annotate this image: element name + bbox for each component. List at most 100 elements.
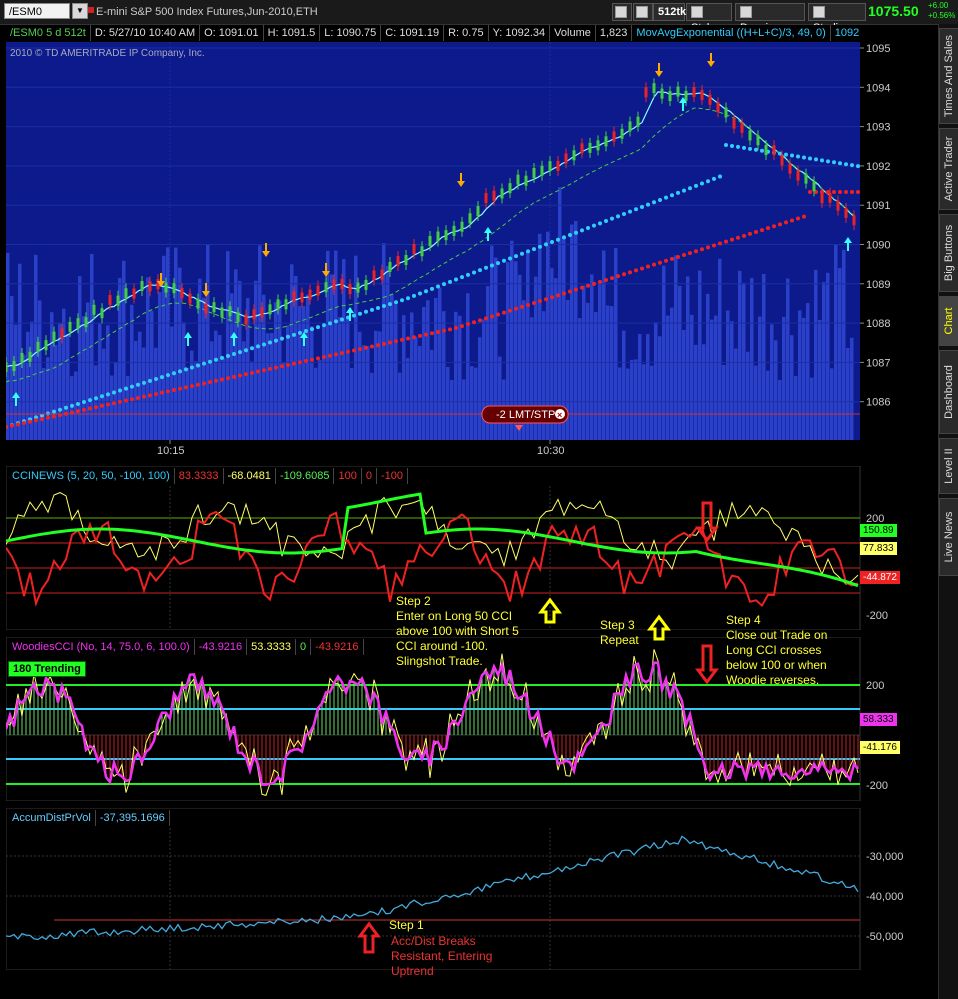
time-label: 10:15 [157,445,185,457]
price-axis: 1095 1094 1093 1092 1091 1090 1089 1088 1087 1086 [860,43,890,409]
candle-body [292,291,296,302]
accum-study-label[interactable]: AccumDistPrVol [8,810,96,826]
ema-red-dot [670,256,674,261]
style-button[interactable]: Style [686,3,732,34]
volume-bar [42,368,46,440]
volume-bar [258,245,262,440]
ema-red-dot [472,320,476,325]
ema-red-dot [580,285,584,290]
ema-slow-dot [586,226,590,231]
ema-red-dot [616,274,620,279]
tab-label: Dashboard [943,365,955,419]
ema-red-dot [100,403,104,408]
ema-red-dot [22,421,26,426]
volume-bar [754,365,758,440]
ema-red-dot [388,340,392,345]
volume-bar [742,282,746,440]
symbol-dropdown-button[interactable]: ▼ [72,3,88,19]
crosshair-tool-button[interactable] [612,3,632,21]
open-readout: O: 1091.01 [200,25,264,41]
ema-slow-dot [310,327,314,332]
price-chart[interactable]: -2 LMT/STP × 2010 © TD AMERITRADE IP Com… [6,42,938,460]
ema-slow-dot [382,304,386,309]
volume-bar [110,375,114,440]
tab-dashboard[interactable]: Dashboard [939,350,958,434]
candle-body [836,200,840,211]
ema-red-dot [556,293,560,298]
candle-body [812,181,816,192]
volume-bar [242,341,246,440]
ema-slow-dot [244,348,248,353]
tab-active-trader[interactable]: Active Trader [939,128,958,210]
ema-red-dot [772,224,776,229]
candle-body [60,328,64,339]
volume-bar [50,312,54,440]
ema-red-dot [88,406,92,411]
volume-bar [74,371,78,440]
ema-red-dot [406,336,410,341]
candle-body [548,161,552,172]
accum-axis: -30,000 -40,000 -50,000 [866,851,903,943]
ema-red-dot [448,327,452,332]
tab-live-news[interactable]: Live News [939,498,958,576]
tab-big-buttons[interactable]: Big Buttons [939,214,958,292]
ema-red-dot [658,260,662,265]
candle-body [244,314,248,325]
ema-slow-dot [304,329,308,333]
ema-slow-dot [496,261,500,266]
tab-times-and-sales[interactable]: Times And Sales [939,28,958,124]
volume-bar [778,379,782,440]
volume-bar [286,325,290,440]
candle-body [628,121,632,132]
cci-study-label[interactable]: CCINEWS (5, 20, 50, -100, 100) [8,468,175,484]
cci-value: -68.0481 [224,468,276,484]
ema-slow-dot [166,373,170,378]
volume-bar [298,306,302,440]
volume-bar [26,331,30,440]
ema-slow-dot [196,363,200,368]
tab-chart[interactable]: Chart [939,296,958,346]
ema-red-dot [244,372,248,377]
volume-bar [794,375,798,440]
price-label: 1091 [866,200,890,212]
tab-label: Level II [943,448,955,484]
volume-bar [750,278,754,440]
candle-body [508,183,512,194]
ema-red-dot [316,356,320,361]
ema-red-dot [28,419,32,424]
tab-level-ii[interactable]: Level II [939,438,958,494]
volume-bar [318,360,322,440]
woodies-study-label[interactable]: WoodiesCCI (No, 14, 75.0, 6, 100.0) [8,639,195,655]
volume-bar [214,330,218,440]
ema-red-dot [562,291,566,296]
volume-bar [738,270,742,440]
symbol-input[interactable]: /ESM0 [4,3,70,19]
volume-bar [730,321,734,440]
accum-info-bar: AccumDistPrVol -37,395.1696 [8,810,170,826]
volume-bar [362,345,366,440]
accum-value: -37,395.1696 [96,810,170,826]
aggregation-button[interactable]: 512tk [653,3,686,21]
ema-red-dot [382,341,386,346]
candle-body [796,170,800,181]
ema-study-label[interactable]: MovAvgExponential ((H+L+C)/3, 49, 0) [632,25,831,41]
ema-slow-dot [706,179,710,184]
candle-body [36,341,40,352]
studies-button[interactable]: Studies [808,3,866,34]
ema-slow-dot [442,282,446,287]
volume-bar [722,365,726,440]
ema-slow-dot [124,386,128,391]
tab-label: Big Buttons [943,224,955,282]
ema-red-dot [526,302,530,307]
ema-slow-dot [364,309,368,314]
ema-red-dot [856,190,860,194]
candle-body [188,293,192,304]
volume-bar [634,359,638,440]
ema-slow-dot [70,403,74,408]
ema-red-dot [370,344,374,349]
ema-slow-dot [712,176,716,181]
zoom-tool-button[interactable] [633,3,653,21]
drawings-button[interactable]: Drawings [735,3,805,34]
ema-red-dot [598,279,602,284]
volume-bar [82,316,86,440]
